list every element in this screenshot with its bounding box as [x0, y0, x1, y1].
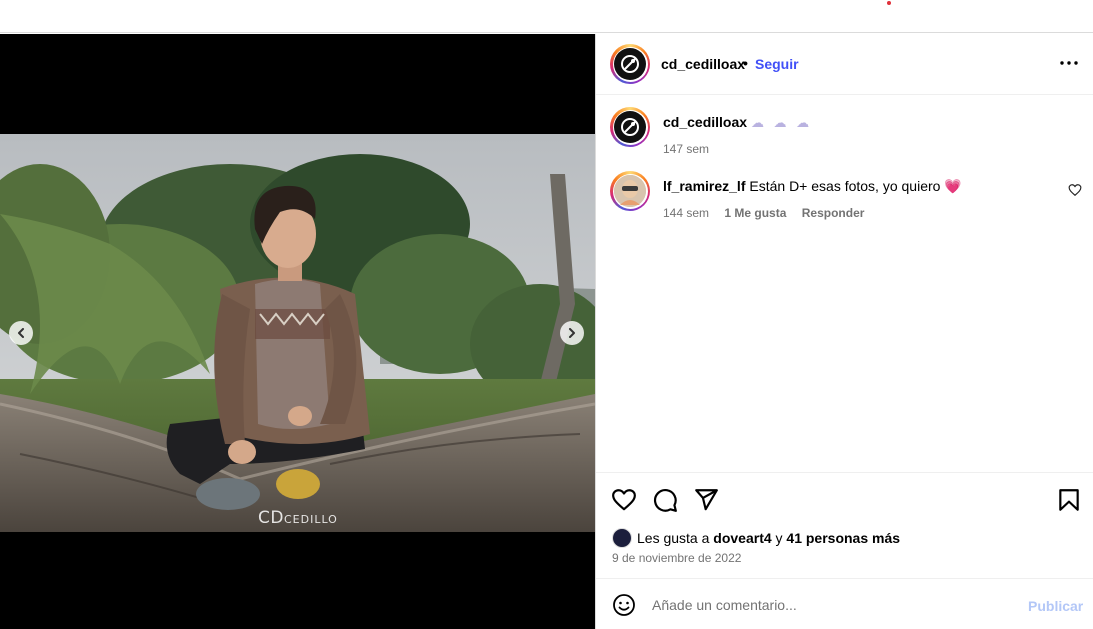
- action-bar: [596, 472, 1093, 532]
- commenter-avatar[interactable]: [610, 171, 650, 211]
- liker-avatar[interactable]: [612, 528, 632, 548]
- watermark-main: CD: [258, 508, 284, 528]
- caption-age[interactable]: 147 sem: [663, 142, 709, 156]
- avatar-border: [612, 109, 648, 145]
- follow-button[interactable]: Seguir: [755, 56, 799, 72]
- comment-username[interactable]: lf_ramirez_lf: [663, 178, 745, 194]
- comment-meta: 144 sem 1 Me gusta Responder: [663, 206, 876, 220]
- photo-watermark: CDCEDILLO: [258, 508, 338, 528]
- add-comment-bar: Publicar: [596, 578, 1093, 629]
- watermark-sub: CEDILLO: [283, 513, 338, 526]
- comment-age[interactable]: 144 sem: [663, 206, 709, 220]
- reply-button[interactable]: Responder: [802, 206, 865, 220]
- comment-like-count[interactable]: 1 Me gusta: [724, 206, 786, 220]
- chevron-right-icon: [569, 328, 575, 338]
- emoji-icon[interactable]: [612, 593, 636, 617]
- cloud-emoji: ☁︎ ☁︎ ☁︎: [750, 115, 813, 130]
- notification-dot: [887, 1, 891, 5]
- liker-username[interactable]: doveart4: [713, 530, 771, 546]
- post-details-panel: cd_cedilloax • Seguir cd_cedilloax ☁︎ ☁︎…: [595, 34, 1093, 629]
- chevron-left-icon: [18, 328, 24, 338]
- post-header: cd_cedilloax • Seguir: [596, 34, 1093, 95]
- comment-icon[interactable]: [652, 487, 678, 513]
- caption-username[interactable]: cd_cedilloax: [663, 114, 747, 130]
- post-date[interactable]: 9 de noviembre de 2022: [612, 551, 741, 565]
- avatar-border: [612, 46, 648, 82]
- bookmark-icon[interactable]: [1056, 487, 1082, 513]
- separator-dot: •: [743, 55, 748, 71]
- caption-meta: 147 sem: [663, 142, 721, 156]
- previous-photo-button[interactable]: [9, 321, 33, 345]
- likes-conj: y: [775, 530, 783, 546]
- likes-summary: Les gusta a doveart4 y 41 personas más: [612, 528, 900, 548]
- author-username[interactable]: cd_cedilloax: [661, 56, 745, 72]
- likes-prefix: Les gusta a: [637, 530, 710, 546]
- post-photo: [0, 134, 595, 532]
- likes-others[interactable]: 41 personas más: [786, 530, 900, 546]
- caption-author-avatar[interactable]: [610, 107, 650, 147]
- author-logo-icon: [614, 48, 646, 80]
- heart-icon[interactable]: [611, 487, 637, 513]
- photo-illustration: [0, 134, 595, 532]
- author-avatar[interactable]: [610, 44, 650, 84]
- top-bar: [0, 0, 1093, 33]
- caption-text: cd_cedilloax ☁︎ ☁︎ ☁︎: [663, 113, 812, 132]
- heart-emoji: 💗: [944, 178, 962, 194]
- next-photo-button[interactable]: [560, 321, 584, 345]
- author-logo-icon: [614, 111, 646, 143]
- comment-body: Están D+ esas fotos, yo quiero: [749, 178, 941, 194]
- publish-button[interactable]: Publicar: [1028, 598, 1083, 614]
- share-icon[interactable]: [693, 487, 719, 513]
- comment-text: lf_ramirez_lf Están D+ esas fotos, yo qu…: [663, 177, 962, 195]
- more-options-icon[interactable]: [1058, 52, 1080, 74]
- comment-heart-icon[interactable]: [1068, 183, 1082, 197]
- comment-input[interactable]: [652, 591, 1012, 619]
- post-media: CDCEDILLO: [0, 34, 595, 629]
- commenter-photo: [614, 175, 646, 207]
- avatar-border: [612, 173, 648, 209]
